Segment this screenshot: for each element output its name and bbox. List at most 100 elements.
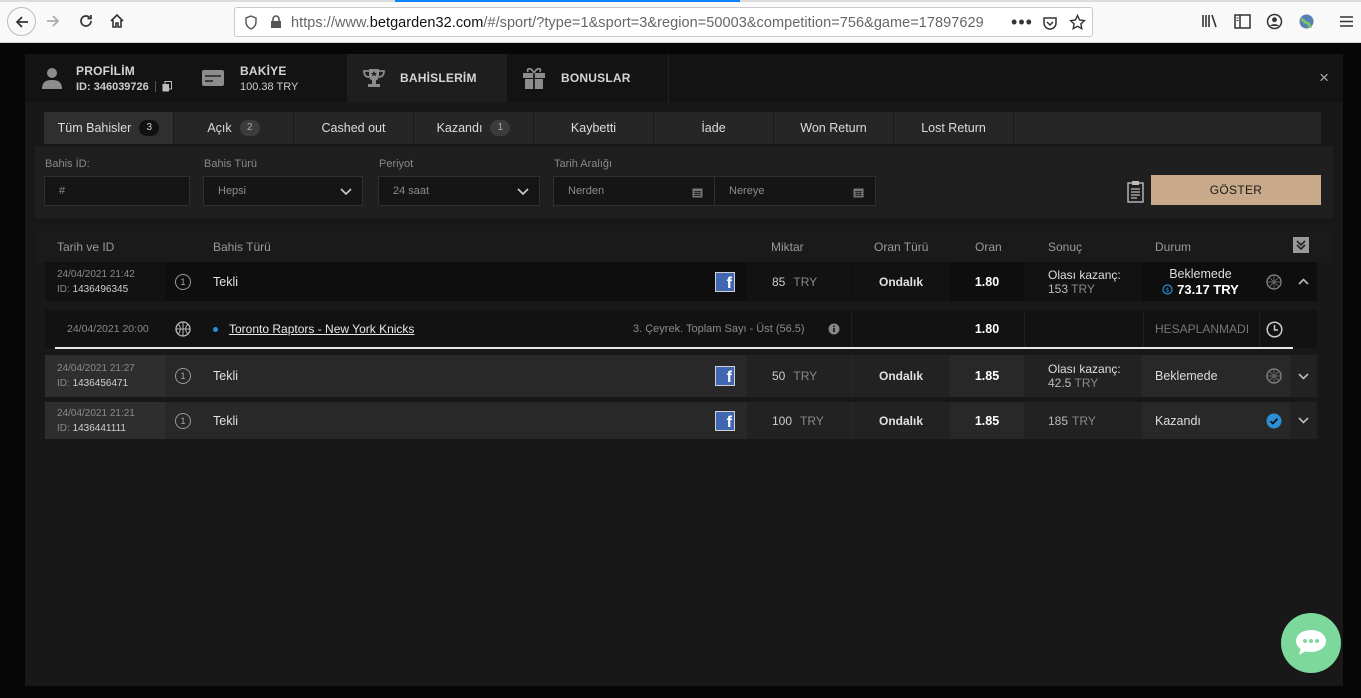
bet-id: 1436456471 xyxy=(72,378,129,389)
url-bar[interactable]: https://www.betgarden32.com/#/sport/?typ… xyxy=(234,7,1093,37)
divider xyxy=(1024,310,1025,348)
subtab-all[interactable]: Tüm Bahisler 3 xyxy=(44,112,174,144)
url-text[interactable]: https://www.betgarden32.com/#/sport/?typ… xyxy=(291,15,984,31)
tab-bonuses[interactable]: BONUSLAR xyxy=(507,54,669,102)
cashout-button[interactable]: $73.17 TRY xyxy=(1162,282,1239,297)
tab-bets[interactable]: BAHİSLERİM xyxy=(347,54,507,102)
potential-win-value: 42.5 xyxy=(1048,376,1072,390)
pending-icon xyxy=(1266,273,1282,290)
subtab-refund[interactable]: İade xyxy=(654,112,774,144)
copy-icon[interactable] xyxy=(162,81,172,92)
subtab-lost[interactable]: Kaybetti xyxy=(534,112,654,144)
subtab-label: Açık xyxy=(207,121,232,135)
home-icon[interactable] xyxy=(104,8,130,34)
id-label: ID: xyxy=(57,378,70,389)
chevron-up-icon[interactable] xyxy=(1298,276,1310,288)
bet-id-input[interactable]: # xyxy=(44,176,190,206)
subtab-cashed-out[interactable]: Cashed out xyxy=(294,112,414,144)
detail-status: HESAPLANMADI xyxy=(1155,322,1250,336)
facebook-icon[interactable]: f xyxy=(715,366,735,386)
divider xyxy=(1143,310,1144,348)
detail-underline xyxy=(55,347,1293,349)
result-cell: Olası kazanç: 153 TRY xyxy=(1024,262,1142,301)
shield-icon[interactable] xyxy=(243,14,259,30)
count-badge: 3 xyxy=(139,120,160,136)
col-status: Durum xyxy=(1155,240,1192,254)
check-circle-icon xyxy=(1266,413,1282,429)
bet-id: 1436441111 xyxy=(72,422,126,434)
tab-profile[interactable]: PROFİLİM ID: 346039726 xyxy=(25,54,187,102)
clipboard-icon[interactable] xyxy=(1126,179,1144,203)
amount-cell: 85 TRY xyxy=(747,262,851,301)
extension-icon[interactable] xyxy=(1297,12,1315,30)
reload-icon[interactable] xyxy=(73,8,99,34)
subtab-label: Kazandı xyxy=(436,121,483,135)
period-value: 24 saat xyxy=(393,185,430,197)
facebook-icon[interactable]: f xyxy=(715,271,735,292)
status-text: Beklemede xyxy=(1155,369,1218,383)
market-cell: 3. Çeyrek. Toplam Sayı - Üst (56.5) xyxy=(633,323,805,335)
table-row[interactable]: 24/04/2021 21:21 ID: 1436441111 1 Tekli f… xyxy=(45,402,1317,439)
table-row[interactable]: 24/04/2021 21:42 ID: 1436496345 1 Tekli f… xyxy=(45,262,1317,301)
cashout-icon: $ xyxy=(1162,283,1173,295)
single-bet-icon: 1 xyxy=(175,412,191,429)
expand-row-cell[interactable] xyxy=(1290,402,1317,439)
share-cell: f xyxy=(715,402,735,439)
pocket-icon[interactable] xyxy=(1041,14,1059,32)
sport-icon-cell xyxy=(175,310,191,348)
clock-icon xyxy=(1266,320,1283,338)
calendar-icon[interactable] xyxy=(852,186,864,198)
subtab-open[interactable]: Açık 2 xyxy=(174,112,294,144)
id-label: ID: xyxy=(57,283,70,295)
library-icon[interactable] xyxy=(1201,13,1219,29)
date-to-input[interactable]: Nereye xyxy=(714,176,876,206)
match-cell: Toronto Raptors - New York Knicks xyxy=(213,310,414,348)
subtab-won-return[interactable]: Won Return xyxy=(774,112,894,144)
chevron-down-icon[interactable] xyxy=(1298,370,1310,382)
close-icon[interactable]: × xyxy=(1319,69,1329,86)
chevron-down-icon xyxy=(517,186,529,198)
bet-filter-tabs: Tüm Bahisler 3 Açık 2 Cashed out Kazandı 1 … xyxy=(44,112,1321,144)
sidebar-icon[interactable] xyxy=(1233,13,1251,29)
more-icon[interactable]: ••• xyxy=(1011,12,1033,32)
win-amount-value: 185 xyxy=(1048,413,1069,428)
pending-icon xyxy=(1266,368,1282,384)
bet-type-value: Hepsi xyxy=(218,185,247,197)
lock-icon[interactable] xyxy=(269,14,283,30)
menu-icon[interactable] xyxy=(1338,13,1354,29)
gift-icon xyxy=(522,67,546,89)
bet-id: 1436496345 xyxy=(72,283,129,295)
date-id-cell: 24/04/2021 21:42 ID: 1436496345 xyxy=(45,262,165,301)
subtab-lost-return[interactable]: Lost Return xyxy=(894,112,1014,144)
date-from-input[interactable]: Nerden xyxy=(553,176,715,206)
chevron-down-icon[interactable] xyxy=(1298,415,1310,427)
potential-win-label: Olası kazanç: xyxy=(1048,267,1121,282)
filter-panel: Bahis İD: # Bahis Türü Hepsi Periyot 24 … xyxy=(35,146,1333,218)
date-id-cell: 24/04/2021 21:27 ID: 1436456471 xyxy=(45,355,165,397)
bet-type-select[interactable]: Hepsi xyxy=(203,176,363,206)
period-select[interactable]: 24 saat xyxy=(378,176,540,206)
tab-balance[interactable]: BAKİYE 100.38 TRY xyxy=(187,54,347,102)
odds-type-cell: Ondalık xyxy=(852,402,950,439)
date-from-placeholder: Nerden xyxy=(568,185,605,197)
expand-row-cell[interactable] xyxy=(1290,355,1317,397)
bet-type-cell: Tekli xyxy=(213,413,239,428)
chat-button[interactable] xyxy=(1281,613,1341,673)
subtab-won[interactable]: Kazandı 1 xyxy=(414,112,534,144)
info-icon[interactable] xyxy=(828,323,840,335)
back-arrow-icon[interactable] xyxy=(7,7,36,36)
win-amount-currency: TRY xyxy=(1072,413,1096,428)
show-button[interactable]: GÖSTER xyxy=(1151,175,1321,205)
odds-type-cell: Ondalık xyxy=(852,262,950,301)
table-row[interactable]: 24/04/2021 21:27 ID: 1436456471 1 Tekli f… xyxy=(45,355,1317,397)
facebook-icon[interactable]: f xyxy=(715,410,735,431)
forward-arrow-icon[interactable] xyxy=(40,8,66,34)
collapse-row-cell[interactable] xyxy=(1290,262,1317,301)
match-link[interactable]: Toronto Raptors - New York Knicks xyxy=(229,322,414,336)
calendar-icon[interactable] xyxy=(691,186,703,198)
amount-currency: TRY xyxy=(793,369,818,383)
star-icon[interactable] xyxy=(1068,13,1086,31)
subtab-label: Won Return xyxy=(800,121,867,135)
account-icon[interactable] xyxy=(1265,12,1283,30)
collapse-all-icon[interactable] xyxy=(1293,237,1309,253)
